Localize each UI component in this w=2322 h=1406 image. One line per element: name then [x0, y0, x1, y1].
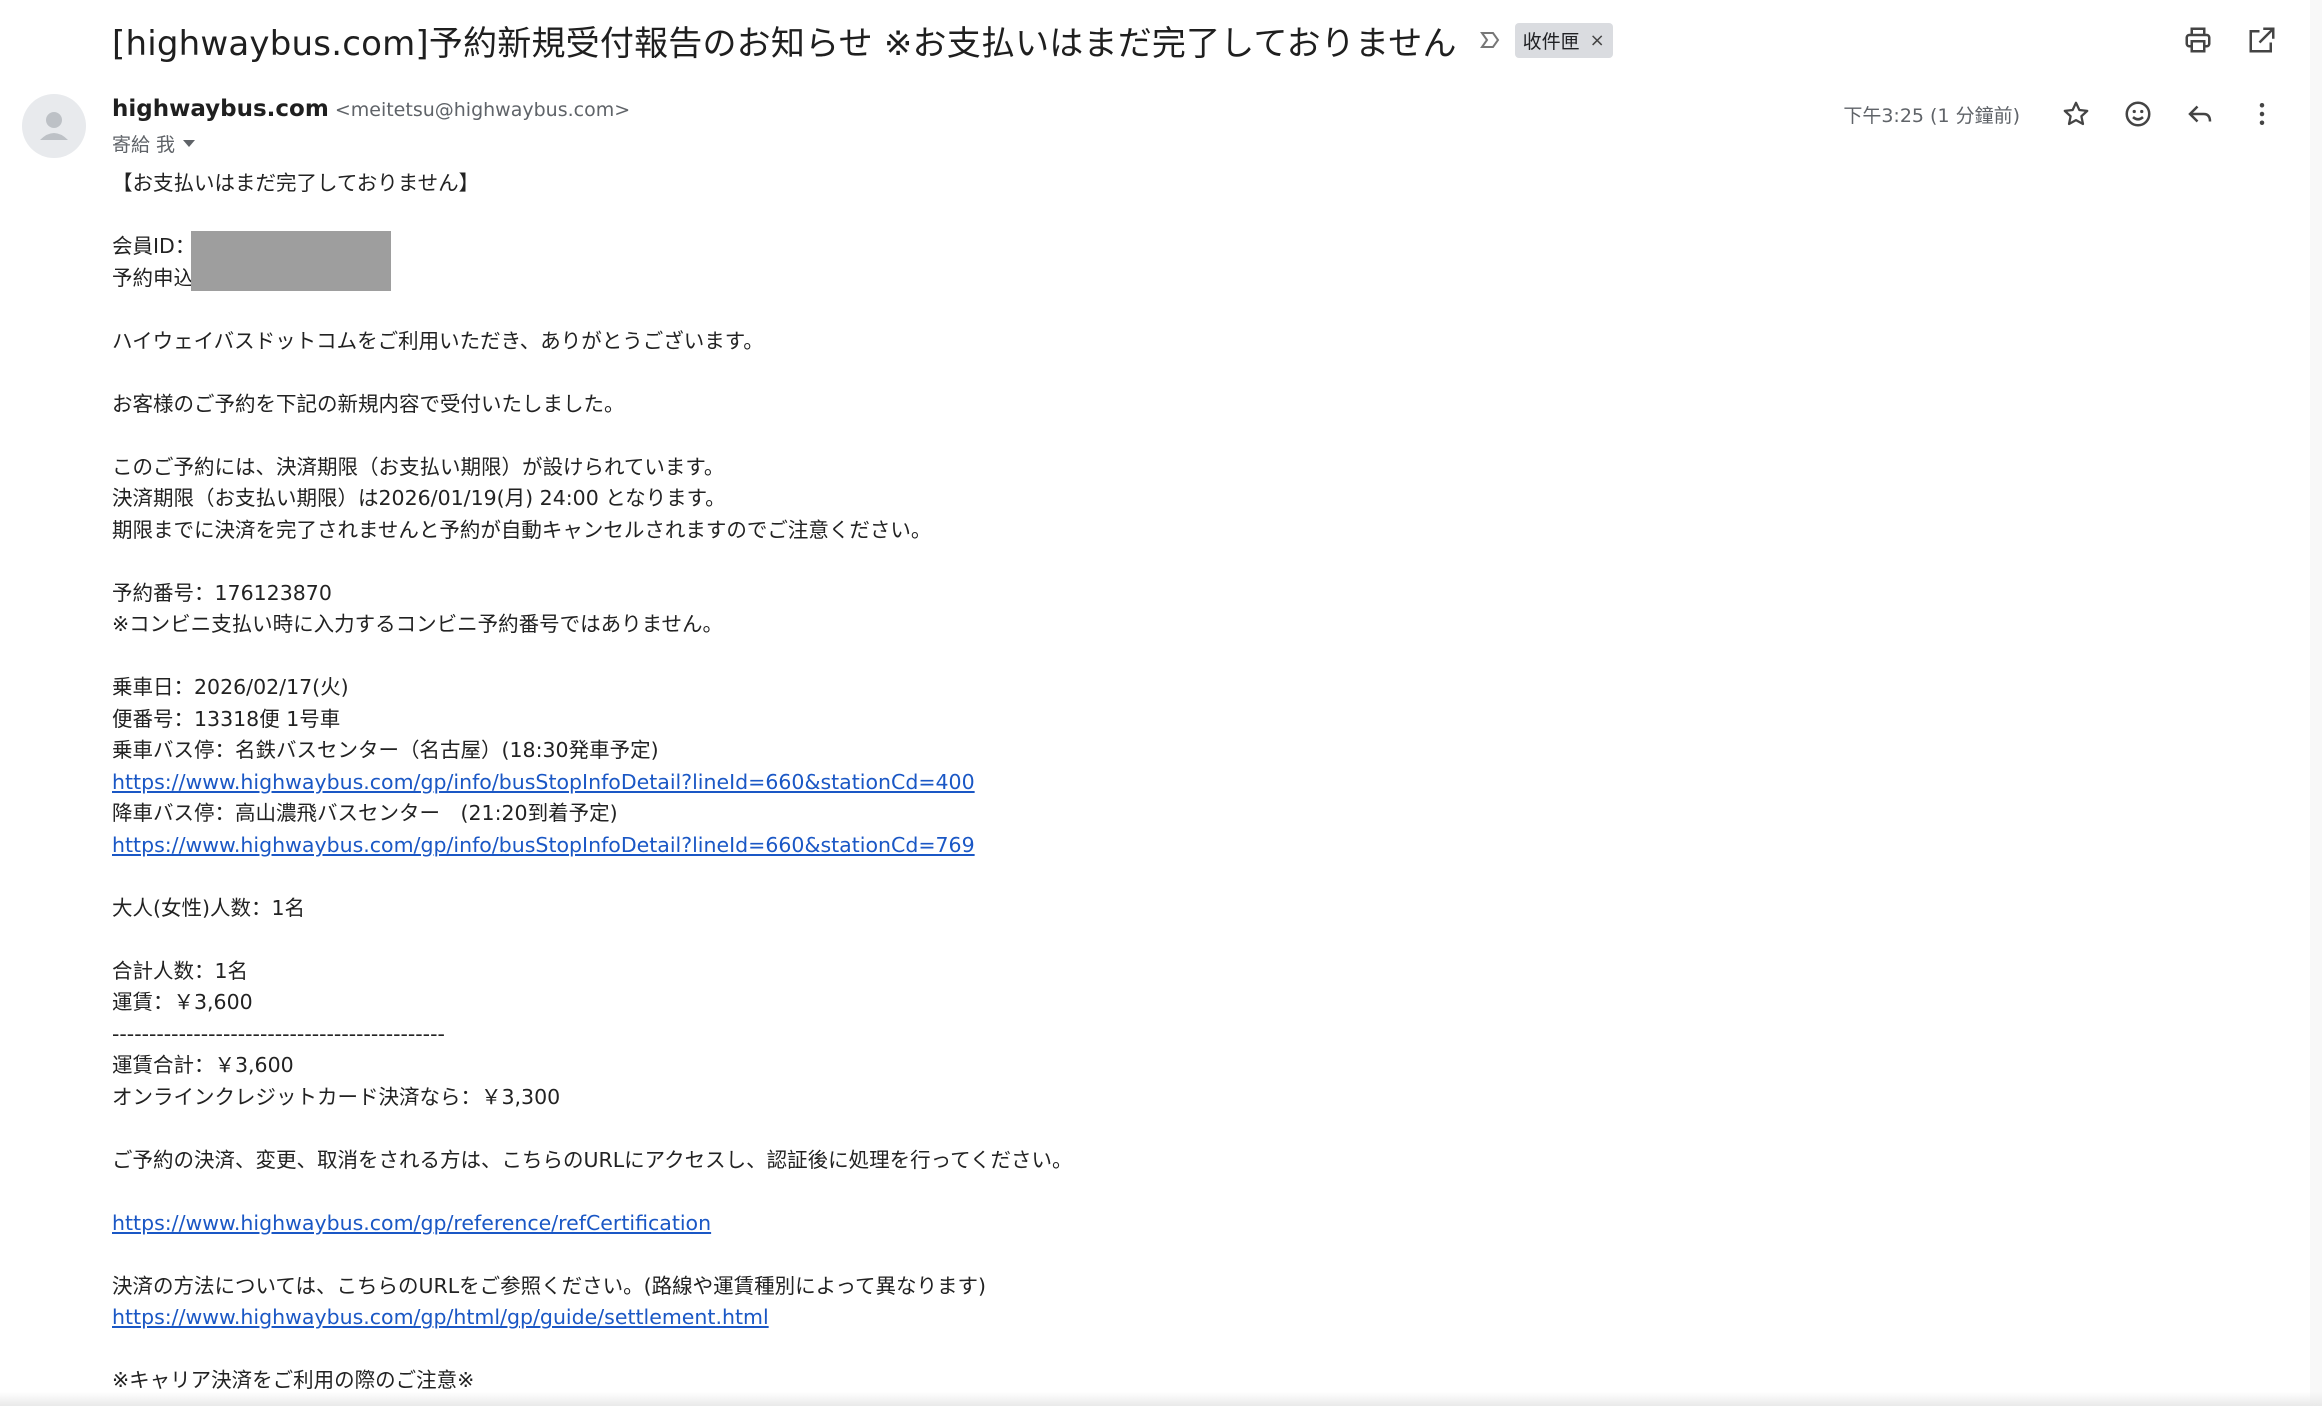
- top-toolbar: [2178, 20, 2282, 60]
- boarding-date: 乗車日：2026/02/17(火): [112, 675, 349, 699]
- sender-name[interactable]: highwaybus.com: [112, 96, 329, 122]
- alighting-stop-link[interactable]: https://www.highwaybus.com/gp/info/busSt…: [112, 833, 975, 857]
- bottom-edge: [0, 1392, 2322, 1406]
- label-chip-text: 收件匣: [1522, 30, 1580, 53]
- alighting-stop: 降車バス停：高山濃飛バスセンター (21:20到着予定): [112, 801, 618, 825]
- recipient-text: 寄給 我: [112, 134, 176, 156]
- open-in-new-icon[interactable]: [2242, 20, 2282, 60]
- bus-number: 便番号：13318便 1号車: [112, 706, 341, 731]
- sender-avatar[interactable]: [22, 94, 86, 158]
- more-vert-icon[interactable]: [2242, 94, 2282, 134]
- sender-email: <meitetsu@highwaybus.com>: [334, 99, 631, 121]
- body-line: このご予約には、決済期限（お支払い期限）が設けられています。: [112, 454, 725, 479]
- chevron-down-icon[interactable]: [183, 140, 196, 147]
- adult-count: 大人(女性)人数：1名: [112, 895, 306, 920]
- body-line: 【お支払いはまだ完了しておりません】: [112, 171, 480, 195]
- redaction-block: [191, 231, 391, 291]
- email-subject: [highwaybus.com]予約新規受付報告のお知らせ ※お支払いはまだ完了…: [112, 23, 1457, 64]
- boarding-stop: 乗車バス停：名鉄バスセンター（名古屋）(18:30発車予定): [112, 738, 659, 762]
- sender-line: highwaybus.com <meitetsu@highwaybus.com>: [112, 96, 630, 122]
- fare: 運賃：￥3,600: [112, 990, 253, 1014]
- scrollbar[interactable]: [2310, 0, 2322, 1406]
- remove-label-button[interactable]: ×: [1590, 30, 1605, 51]
- recipient-line[interactable]: 寄給 我: [112, 130, 196, 157]
- body-line: 決済の方法については、こちらのURLをご参照ください。(路線や運賃種別によって異…: [112, 1273, 986, 1298]
- body-line: ※コンビニ支払い時に入力するコンビニ予約番号ではありません。: [112, 612, 724, 636]
- body-line: お客様のご予約を下記の新規内容で受付いたしました。: [112, 391, 625, 416]
- body-line: 期限までに決済を完了されませんと予約が自動キャンセルされますのでご注意ください。: [112, 517, 932, 542]
- importance-marker-icon[interactable]: [1477, 27, 1503, 53]
- print-icon[interactable]: [2178, 20, 2218, 60]
- subject-row: [highwaybus.com]予約新規受付報告のお知らせ ※お支払いはまだ完了…: [112, 14, 2322, 66]
- payment-deadline-line: 決済期限（お支払い期限）は2026/01/19(月) 24:00 となります。: [112, 486, 726, 510]
- ref-certification-link[interactable]: https://www.highwaybus.com/gp/reference/…: [112, 1211, 711, 1235]
- emoji-icon[interactable]: [2118, 94, 2158, 134]
- settlement-guide-link[interactable]: https://www.highwaybus.com/gp/html/gp/gu…: [112, 1305, 769, 1329]
- boarding-stop-link[interactable]: https://www.highwaybus.com/gp/info/busSt…: [112, 770, 975, 794]
- fare-total: 運賃合計：￥3,600: [112, 1053, 294, 1077]
- star-icon[interactable]: [2056, 94, 2096, 134]
- email-body: 【お支払いはまだ完了しておりません】 会員ID： 予約申込 ハイウェイバスドット…: [112, 168, 2282, 1397]
- member-id-line: 会員ID：: [112, 234, 196, 258]
- total-count: 合計人数：1名: [112, 958, 249, 983]
- body-line: ご予約の決済、変更、取消をされる方は、こちらのURLにアクセスし、認証後に処理を…: [112, 1147, 1073, 1172]
- reply-icon[interactable]: [2180, 94, 2220, 134]
- email-view: [highwaybus.com]予約新規受付報告のお知らせ ※お支払いはまだ完了…: [0, 0, 2322, 1406]
- reservation-number: 予約番号：176123870: [112, 580, 332, 605]
- divider-line: ----------------------------------------…: [112, 1021, 445, 1046]
- message-timestamp: 下午3:25 (1 分鐘前): [1843, 104, 2020, 127]
- body-line: ハイウェイバスドットコムをご利用いただき、ありがとうございます。: [112, 328, 764, 353]
- message-actions: 下午3:25 (1 分鐘前): [1843, 94, 2282, 134]
- online-card-fare: オンラインクレジットカード決済なら：￥3,300: [112, 1084, 561, 1109]
- label-chip-inbox[interactable]: 收件匣 ×: [1514, 22, 1613, 58]
- applicant-line: 予約申込: [112, 265, 194, 290]
